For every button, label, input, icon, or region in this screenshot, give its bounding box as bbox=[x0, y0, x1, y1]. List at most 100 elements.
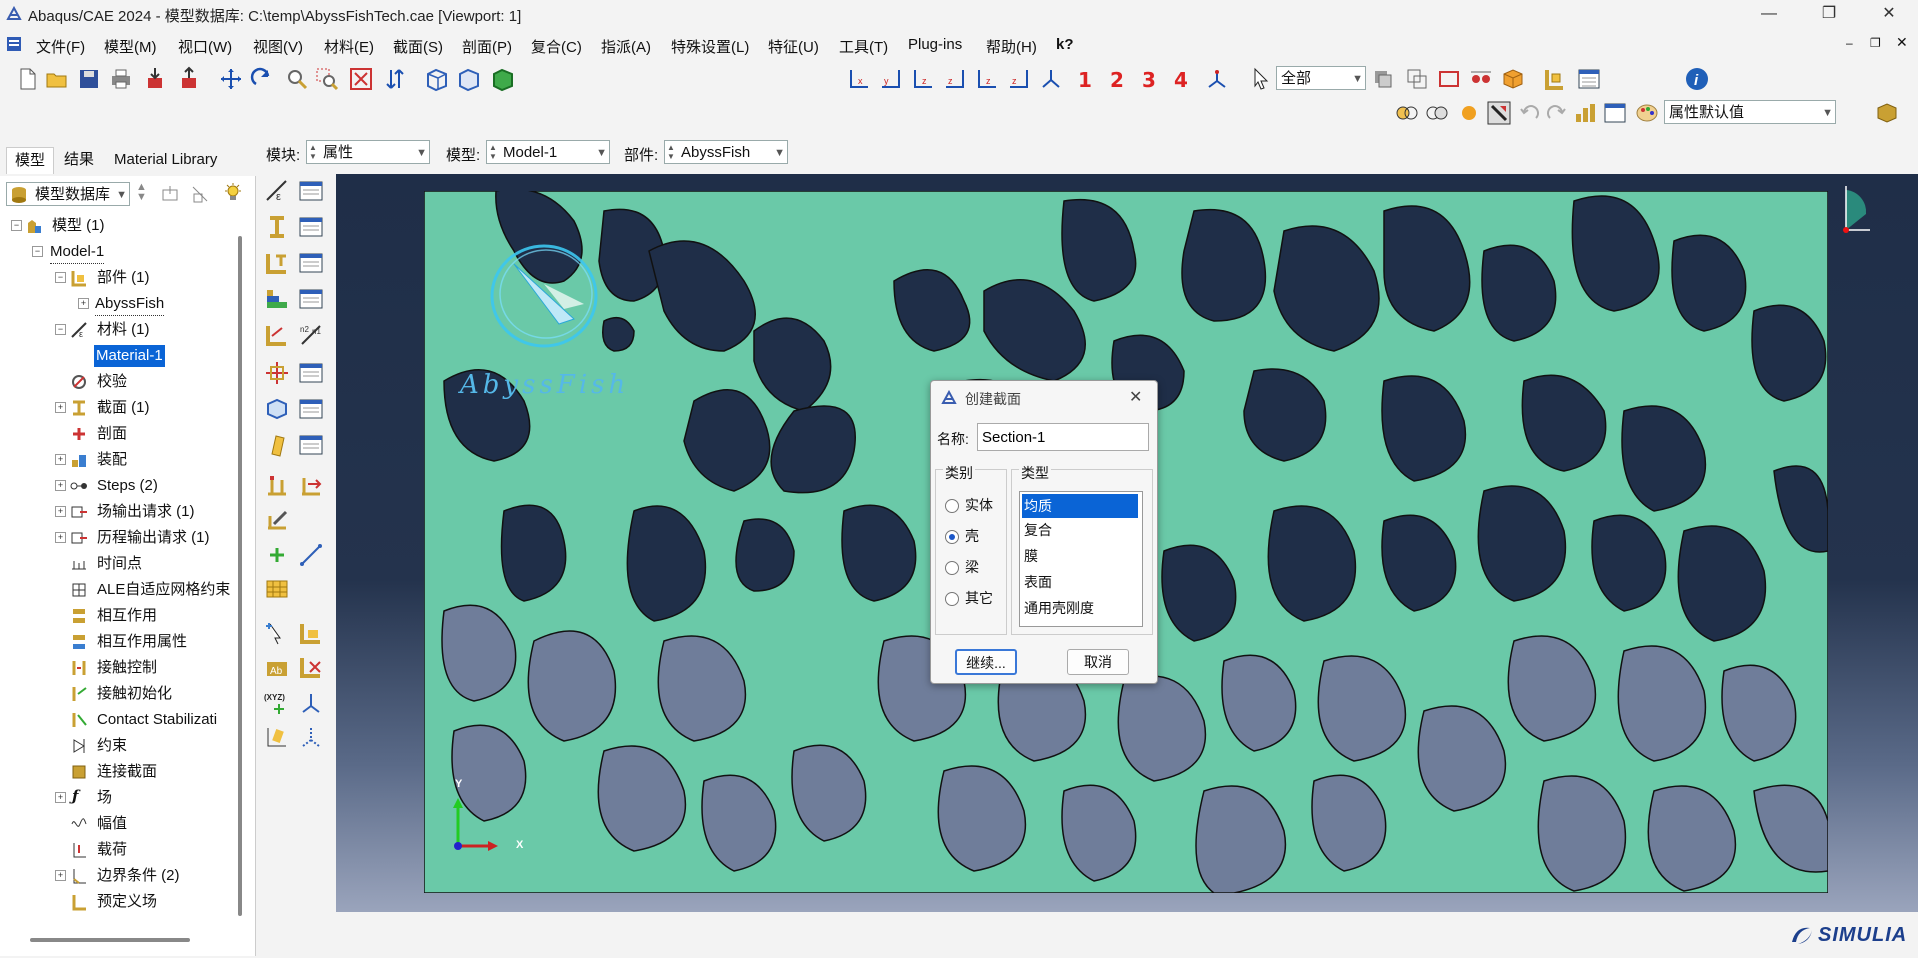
tree-item-contact-controls[interactable]: 接触控制 bbox=[97, 657, 157, 679]
menu-profile[interactable]: 剖面(P) bbox=[462, 36, 512, 57]
assign-orientation-icon[interactable] bbox=[264, 322, 290, 348]
menu-composite[interactable]: 复合(C) bbox=[531, 36, 582, 57]
tree-item-steps[interactable]: Steps (2) bbox=[97, 475, 158, 497]
selection-filter-combo[interactable]: 全部 ▼ bbox=[1276, 66, 1366, 90]
expand-icon[interactable]: + bbox=[55, 454, 66, 465]
remove-selected-icon[interactable] bbox=[1468, 66, 1494, 92]
tree-item-assembly[interactable]: 装配 bbox=[97, 449, 127, 471]
menu-tools[interactable]: 工具(T) bbox=[839, 36, 888, 57]
tree-item-field-output[interactable]: 场输出请求 (1) bbox=[97, 501, 195, 523]
pan-icon[interactable] bbox=[218, 66, 244, 92]
view-manager-icon[interactable] bbox=[1204, 66, 1230, 92]
tab-model[interactable]: 模型 bbox=[6, 147, 55, 174]
datum-csys-icon[interactable] bbox=[298, 690, 324, 716]
menu-model[interactable]: 模型(M) bbox=[104, 36, 157, 57]
tree-item-parts[interactable]: 部件 (1) bbox=[97, 267, 150, 289]
bottom-view-icon[interactable]: z bbox=[942, 66, 968, 92]
menu-special[interactable]: 特殊设置(L) bbox=[671, 36, 749, 57]
save-icon[interactable] bbox=[76, 66, 102, 92]
expand-icon[interactable]: + bbox=[55, 532, 66, 543]
tree-item-sections[interactable]: 截面 (1) bbox=[97, 397, 150, 419]
collapse-icon[interactable]: − bbox=[55, 324, 66, 335]
edit-color-icon[interactable] bbox=[1486, 100, 1512, 126]
info-icon[interactable]: i bbox=[1684, 66, 1710, 92]
tree-item-materials[interactable]: 材料 (1) bbox=[97, 319, 150, 341]
stringer-manager-icon[interactable] bbox=[298, 432, 324, 458]
partition-icon[interactable] bbox=[264, 620, 290, 646]
create-material-icon[interactable]: ε bbox=[264, 178, 290, 204]
menu-view[interactable]: 视图(V) bbox=[253, 36, 303, 57]
right-view-icon[interactable]: z bbox=[1006, 66, 1032, 92]
tree-item-contact-initialization[interactable]: 接触初始化 bbox=[97, 683, 172, 705]
color-code-icon[interactable] bbox=[1394, 100, 1420, 126]
partition-face-icon[interactable] bbox=[298, 620, 324, 646]
sort-arrows-icon[interactable]: ▲ ▼ bbox=[136, 182, 147, 203]
left-view-icon[interactable]: z bbox=[974, 66, 1000, 92]
type-item-general-shell-stiffness[interactable]: 通用壳刚度 bbox=[1024, 598, 1094, 618]
tree-item-loads[interactable]: 载荷 bbox=[97, 839, 127, 861]
category-shell-radio[interactable] bbox=[945, 530, 959, 544]
front-view-icon[interactable]: x bbox=[846, 66, 872, 92]
section-name-input[interactable] bbox=[977, 423, 1149, 451]
part-display-icon[interactable] bbox=[1542, 66, 1568, 92]
user-view-4[interactable]: 4 bbox=[1174, 68, 1188, 92]
stringer-icon[interactable] bbox=[264, 432, 290, 458]
open-folder-icon[interactable] bbox=[44, 66, 70, 92]
type-item-homogeneous[interactable]: 均质 bbox=[1022, 494, 1138, 518]
tree-up-icon[interactable] bbox=[160, 184, 180, 204]
cycle-views-icon[interactable] bbox=[382, 66, 408, 92]
coord-system-icon[interactable]: (XYZ) bbox=[264, 690, 294, 716]
user-view-3[interactable]: 3 bbox=[1142, 68, 1156, 92]
undo-icon[interactable] bbox=[1516, 100, 1542, 126]
tree-item-profiles[interactable]: 剖面 bbox=[97, 423, 127, 445]
tree-item-constraints[interactable]: 约束 bbox=[97, 735, 127, 757]
display-options-icon[interactable] bbox=[1576, 66, 1602, 92]
collapse-icon[interactable]: − bbox=[32, 246, 43, 257]
menu-feature[interactable]: 特征(U) bbox=[768, 36, 819, 57]
display-group-icon[interactable] bbox=[264, 724, 290, 750]
color-scheme-combo[interactable]: 属性默认值 ▼ bbox=[1664, 100, 1836, 124]
mdi-restore-icon[interactable]: ❐ bbox=[1870, 36, 1881, 50]
minimize-button[interactable]: — bbox=[1746, 2, 1792, 26]
expand-icon[interactable]: + bbox=[55, 792, 66, 803]
auto-fit-icon[interactable] bbox=[348, 66, 374, 92]
export-icon[interactable] bbox=[176, 66, 202, 92]
print-icon[interactable] bbox=[108, 66, 134, 92]
user-view-2[interactable]: 2 bbox=[1110, 68, 1124, 92]
import-icon[interactable] bbox=[142, 66, 168, 92]
tree-item-calibration[interactable]: 校验 bbox=[97, 371, 127, 393]
tab-material-library[interactable]: Material Library bbox=[106, 147, 225, 173]
tree-item-predefined-fields[interactable]: 预定义场 bbox=[97, 891, 157, 913]
tree-item-amplitudes[interactable]: 幅值 bbox=[97, 813, 127, 835]
iso-view-icon[interactable] bbox=[1038, 66, 1064, 92]
app-menu-icon[interactable] bbox=[6, 36, 22, 52]
selection-options-icon[interactable] bbox=[1370, 66, 1396, 92]
tree-item-fields[interactable]: 场 bbox=[97, 787, 112, 809]
menu-file[interactable]: 文件(F) bbox=[36, 36, 85, 57]
expand-icon[interactable]: + bbox=[55, 506, 66, 517]
category-other-radio[interactable] bbox=[945, 592, 959, 606]
color-code-2-icon[interactable] bbox=[1424, 100, 1450, 126]
mdi-minimize-icon[interactable]: – bbox=[1846, 36, 1853, 50]
type-item-composite[interactable]: 复合 bbox=[1024, 520, 1052, 540]
tree-item-boundary-conditions[interactable]: 边界条件 (2) bbox=[97, 865, 180, 887]
query-box-icon[interactable] bbox=[1436, 66, 1462, 92]
expand-icon[interactable]: + bbox=[55, 480, 66, 491]
type-item-surface[interactable]: 表面 bbox=[1024, 572, 1052, 592]
tree-item-connector-sections[interactable]: 连接截面 bbox=[97, 761, 157, 783]
box-zoom-icon[interactable] bbox=[314, 66, 340, 92]
query-csys-icon[interactable] bbox=[298, 724, 324, 750]
cancel-button[interactable]: 取消 bbox=[1067, 649, 1129, 675]
dialog-close-icon[interactable]: ✕ bbox=[1129, 387, 1142, 407]
set-manager-icon[interactable]: Ab bbox=[264, 654, 290, 680]
create-datum-plane-icon[interactable] bbox=[264, 576, 290, 602]
material-manager-icon[interactable] bbox=[298, 178, 324, 204]
expand-icon[interactable]: + bbox=[55, 870, 66, 881]
assign-beam-orientation-icon[interactable] bbox=[264, 360, 290, 386]
replace-selected-icon[interactable] bbox=[1404, 66, 1430, 92]
create-datum-point-icon[interactable] bbox=[264, 542, 290, 568]
tree-horizontal-scrollbar[interactable] bbox=[30, 938, 190, 942]
skin-icon[interactable] bbox=[264, 396, 290, 422]
assign-normal-icon[interactable]: n2 n1 bbox=[298, 322, 324, 348]
render-hidden-icon[interactable] bbox=[456, 66, 482, 92]
